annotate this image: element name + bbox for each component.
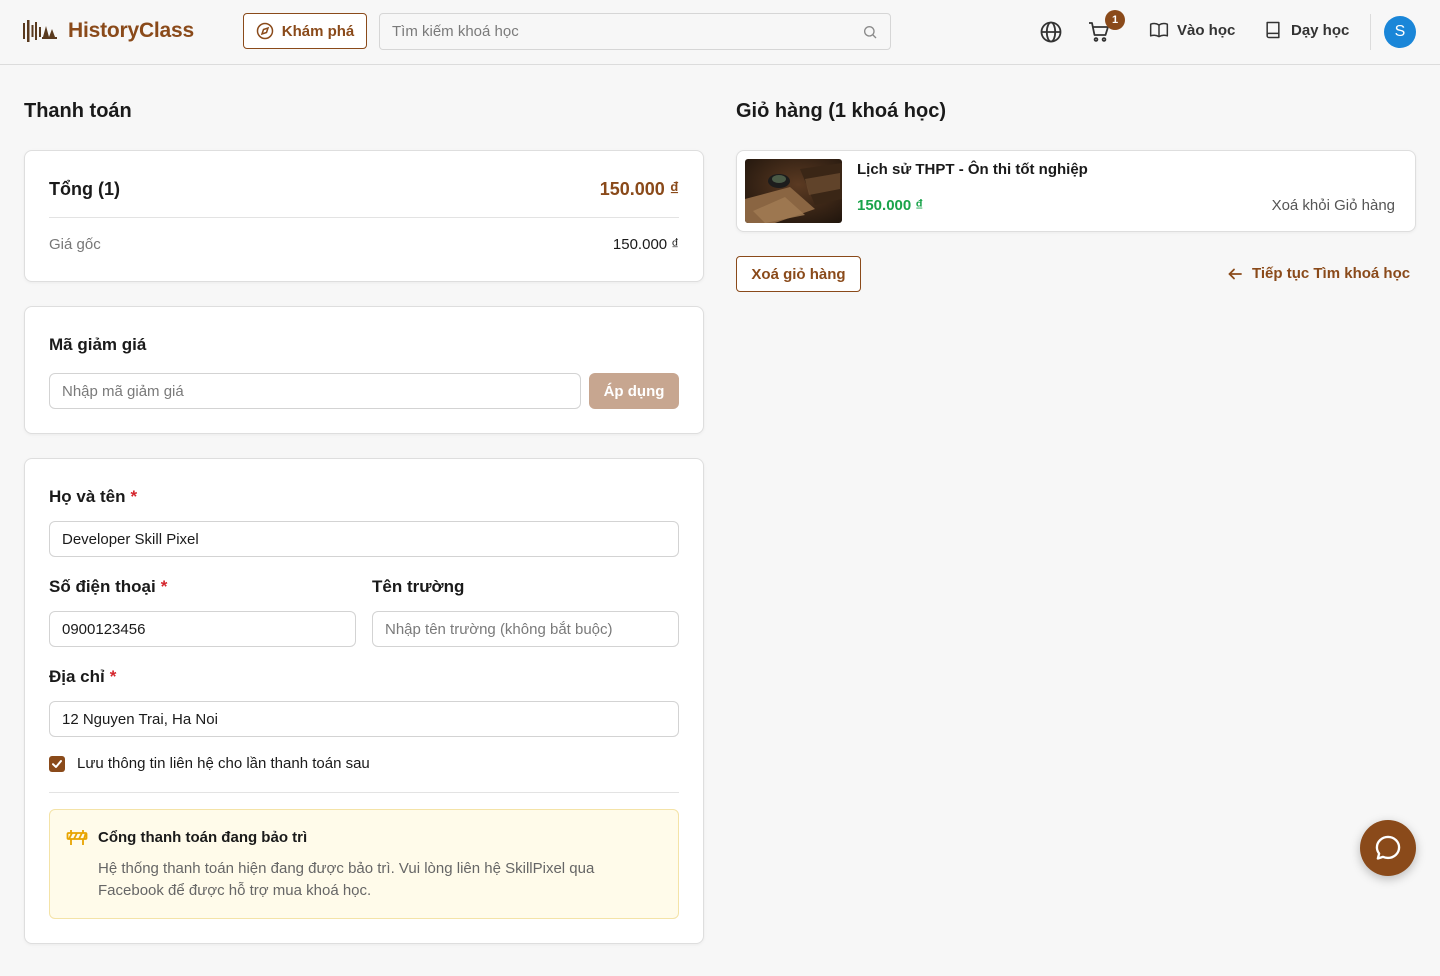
name-label-text: Họ và tên <box>49 487 126 506</box>
total-row: Tổng (1) 150.000 ₫ <box>49 179 679 200</box>
notice-body: Hệ thống thanh toán hiện đang được bảo t… <box>98 860 595 899</box>
brand-name: HistoryClass <box>68 19 194 42</box>
checkout-title: Thanh toán <box>24 100 132 122</box>
cart-item: Lịch sử THPT - Ôn thi tốt nghiệp 150.000… <box>736 150 1416 232</box>
check-icon <box>52 759 62 768</box>
save-info-row: Lưu thông tin liên hệ cho lần thanh toán… <box>49 755 370 772</box>
address-field[interactable] <box>49 701 679 737</box>
course-price: 150.000 ₫ <box>857 197 924 214</box>
contact-form-card: Họ và tên* Số điện thoại* Tên trường Địa… <box>24 458 704 944</box>
divider <box>49 217 679 218</box>
coupon-title: Mã giảm giá <box>49 335 147 354</box>
nav-learn-link[interactable]: Vào học <box>1149 20 1235 40</box>
name-field[interactable] <box>49 521 679 557</box>
course-thumbnail-image <box>745 159 842 223</box>
save-info-checkbox[interactable] <box>49 755 65 772</box>
user-avatar[interactable]: S <box>1384 16 1416 48</box>
nav-teach-link[interactable]: Dạy học <box>1263 20 1349 40</box>
search-input[interactable] <box>392 23 862 40</box>
original-price-value: 150.000 ₫ <box>612 236 679 253</box>
address-label: Địa chỉ * <box>49 667 116 687</box>
book-icon <box>1266 21 1280 39</box>
logo-icon <box>23 20 57 42</box>
school-label: Tên trường <box>372 577 465 596</box>
search-bar <box>379 13 891 50</box>
required-mark: * <box>109 667 117 686</box>
school-field[interactable] <box>372 611 679 647</box>
nav-teach-label: Dạy học <box>1291 21 1350 39</box>
phone-field[interactable] <box>49 611 356 647</box>
notice-title: Cổng thanh toán đang bảo trì <box>98 829 308 846</box>
continue-browsing-link[interactable]: Tiếp tục Tìm khoá học <box>1228 265 1410 282</box>
nav-learn-label: Vào học <box>1177 21 1236 39</box>
remove-from-cart-link[interactable]: Xoá khỏi Giỏ hàng <box>1272 197 1395 214</box>
phone-label: Số điện thoại * <box>49 577 167 597</box>
coupon-card: Mã giảm giá Áp dụng <box>24 306 704 434</box>
address-label-text: Địa chỉ <box>49 667 105 686</box>
search-icon[interactable] <box>862 24 878 40</box>
phone-label-text: Số điện thoại <box>49 577 156 596</box>
total-value: 150.000 ₫ <box>599 179 679 199</box>
explore-label: Khám phá <box>281 22 355 40</box>
order-total-card: Tổng (1) 150.000 ₫ Giá gốc 150.000 ₫ <box>24 150 704 282</box>
top-header: HistoryClass Khám phá 1 Vào học <box>0 0 1440 65</box>
apply-coupon-button[interactable]: Áp dụng <box>589 373 679 409</box>
compass-icon <box>256 22 273 40</box>
explore-button[interactable]: Khám phá <box>243 13 367 49</box>
continue-browsing-label: Tiếp tục Tìm khoá học <box>1252 265 1411 282</box>
original-price-row: Giá gốc 150.000 ₫ <box>49 236 679 253</box>
logo[interactable]: HistoryClass <box>22 17 194 45</box>
required-mark: * <box>160 577 168 596</box>
book-open-icon <box>1149 22 1169 38</box>
course-title[interactable]: Lịch sử THPT - Ôn thi tốt nghiệp <box>857 161 1088 178</box>
barrier-icon <box>66 830 88 845</box>
globe-icon[interactable] <box>1039 20 1063 44</box>
original-price-label: Giá gốc <box>49 236 101 253</box>
chat-bubble-icon <box>1375 835 1401 860</box>
maintenance-notice: Cổng thanh toán đang bảo trì Hệ thống th… <box>49 809 679 919</box>
chat-button[interactable] <box>1360 820 1416 876</box>
arrow-left-icon <box>1228 268 1242 279</box>
save-info-label: Lưu thông tin liên hệ cho lần thanh toán… <box>77 755 370 772</box>
name-label: Họ và tên * <box>49 487 137 507</box>
clear-cart-button[interactable]: Xoá giỏ hàng <box>736 256 861 292</box>
header-divider <box>1370 14 1371 50</box>
required-mark: * <box>130 487 138 506</box>
cart-title: Giỏ hàng (1 khoá học) <box>736 100 947 122</box>
total-label: Tổng (1) <box>49 179 120 199</box>
cart-count-badge: 1 <box>1105 10 1125 30</box>
divider <box>49 792 679 793</box>
coupon-input[interactable] <box>49 373 581 409</box>
course-thumbnail[interactable] <box>745 159 842 223</box>
